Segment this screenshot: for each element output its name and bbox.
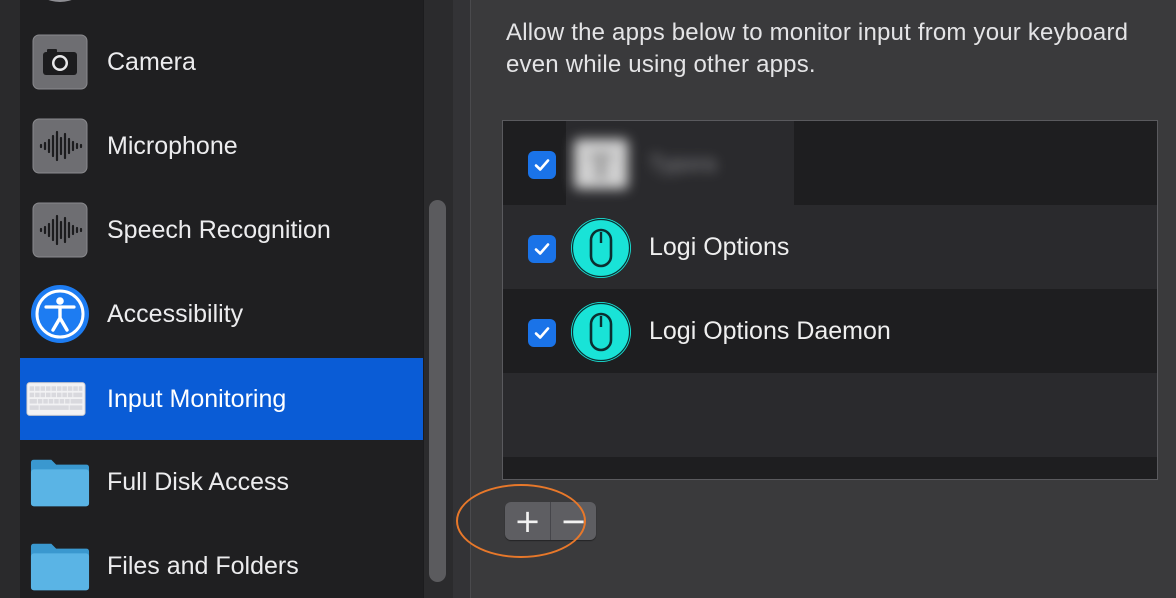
- sidebar-item-accessibility[interactable]: Accessibility: [20, 272, 423, 356]
- svg-text:T: T: [590, 146, 612, 186]
- folder-icon: [30, 536, 90, 596]
- app-name: Logi Options Daemon: [649, 317, 891, 345]
- sidebar-item-label: Input Monitoring: [107, 384, 287, 413]
- camera-icon: [30, 32, 90, 92]
- sidebar-item-label: Microphone: [107, 131, 238, 160]
- sidebar-item-label: Accessibility: [107, 299, 244, 328]
- window-edge: [0, 0, 20, 598]
- sidebar-item-files-and-folders[interactable]: Files and Folders: [20, 524, 423, 598]
- list-item[interactable]: Logi Options: [503, 205, 1157, 289]
- folder-icon: [30, 452, 90, 512]
- partial-icon: [32, 0, 88, 8]
- sidebar-item-input-monitoring[interactable]: Input Monitoring: [20, 358, 423, 440]
- typora-icon: T: [570, 133, 632, 195]
- privacy-sidebar[interactable]: Camera Microphone Speech Recognition Acc…: [20, 0, 423, 598]
- list-item[interactable]: T Typora: [503, 121, 1157, 209]
- sidebar-item-full-disk-access[interactable]: Full Disk Access: [20, 440, 423, 524]
- allowed-apps-list[interactable]: T Typora Logi Options Logi Options Daemo…: [502, 120, 1158, 480]
- sidebar-item-speech-recognition[interactable]: Speech Recognition: [20, 188, 423, 272]
- microphone-icon: [30, 116, 90, 176]
- app-name: Logi Options: [649, 233, 790, 261]
- app-checkbox[interactable]: [528, 319, 556, 347]
- sidebar-item-camera[interactable]: Camera: [20, 20, 423, 104]
- list-item[interactable]: Logi Options Daemon: [503, 289, 1157, 373]
- permission-description: Allow the apps below to monitor input fr…: [506, 19, 1129, 78]
- empty-list-row: [503, 457, 1157, 479]
- speech-recognition-icon: [30, 200, 90, 260]
- sidebar-item-label: Full Disk Access: [107, 467, 289, 496]
- logi-mouse-icon: [570, 217, 632, 279]
- system-preferences-window: Camera Microphone Speech Recognition Acc…: [0, 0, 1176, 598]
- app-checkbox[interactable]: [528, 235, 556, 263]
- accessibility-icon: [30, 284, 90, 344]
- annotation-highlight-circle: [456, 484, 586, 558]
- sidebar-item-label: Speech Recognition: [107, 215, 331, 244]
- logi-mouse-icon: [570, 301, 632, 363]
- sidebar-item-label: Camera: [107, 47, 196, 76]
- keyboard-icon: [26, 369, 86, 429]
- app-checkbox[interactable]: [528, 151, 556, 179]
- sidebar-scrollbar-thumb[interactable]: [429, 200, 446, 582]
- app-name: Typora: [649, 151, 717, 176]
- sidebar-item-label: Files and Folders: [107, 551, 299, 580]
- empty-list-row: [503, 373, 1157, 457]
- sidebar-item-microphone[interactable]: Microphone: [20, 104, 423, 188]
